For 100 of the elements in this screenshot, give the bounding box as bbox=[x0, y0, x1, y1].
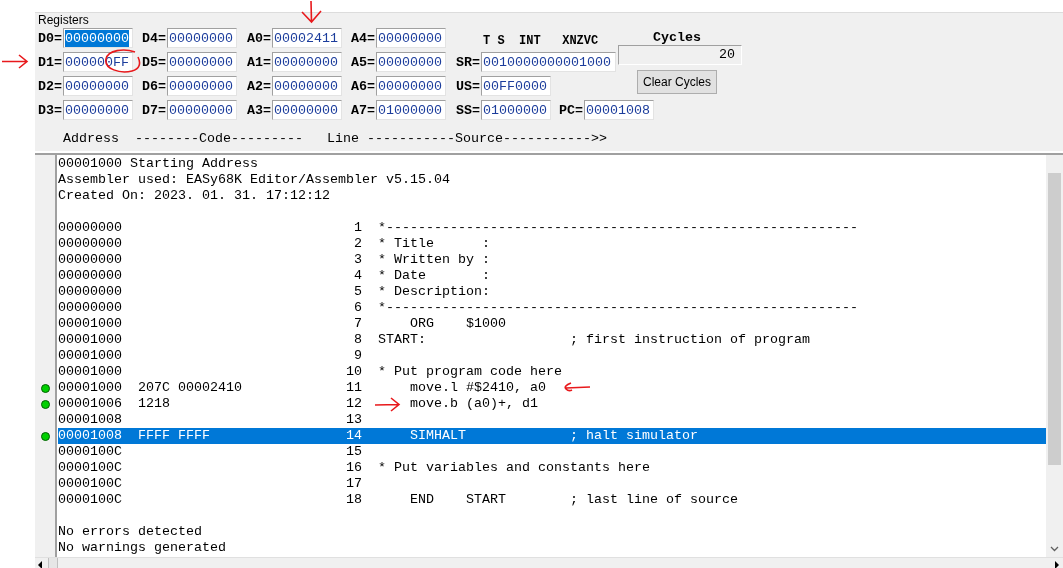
register-field[interactable]: 00000000 bbox=[63, 76, 133, 96]
register-field[interactable]: 00000000 bbox=[167, 76, 237, 96]
listing-row[interactable]: 00000000 4 * Date : bbox=[58, 268, 1046, 284]
register-label: D5= bbox=[142, 54, 167, 70]
listing-row[interactable]: 00001000 7 ORG $1000 bbox=[58, 316, 1046, 332]
line-number: 9 bbox=[354, 348, 362, 364]
register-field[interactable]: 00002411 bbox=[272, 28, 342, 48]
register-field[interactable]: 00000000 bbox=[272, 100, 342, 120]
register-label: A4= bbox=[351, 30, 376, 46]
scrollbar-thumb[interactable] bbox=[1048, 173, 1061, 465]
register-field[interactable]: 00000000 bbox=[167, 52, 237, 72]
listing-row[interactable]: 00000000 1 *----------------------------------------------------------- bbox=[58, 220, 1046, 236]
register-label: D7= bbox=[142, 102, 167, 118]
register-label: US= bbox=[456, 78, 481, 94]
register-field[interactable]: 00000000 bbox=[376, 76, 446, 96]
register-label: D3= bbox=[38, 102, 63, 118]
register-label: D4= bbox=[142, 30, 167, 46]
register-field[interactable]: 00000000 bbox=[167, 100, 237, 120]
column-header: Address --------Code--------- Line -----------Source----------->> bbox=[63, 131, 608, 146]
group-title: Registers bbox=[37, 13, 90, 27]
register-label: SS= bbox=[456, 102, 481, 118]
listing-row[interactable]: 00000000 2 * Title : bbox=[58, 236, 1046, 252]
scroll-down-icon[interactable] bbox=[1050, 546, 1059, 552]
horizontal-scrollbar[interactable] bbox=[35, 557, 1063, 568]
register-field[interactable]: 00000000 bbox=[63, 28, 133, 48]
listing-header-line: 00001000 Starting Address bbox=[58, 156, 258, 172]
listing-row[interactable]: 00001008 13 bbox=[58, 412, 1046, 428]
listing-header-line: Created On: 2023. 01. 31. 17:12:12 bbox=[58, 188, 330, 204]
address-text: 00000000 bbox=[58, 268, 122, 284]
line-number: 14 bbox=[346, 428, 362, 444]
address-text: 00000000 bbox=[58, 252, 122, 268]
register-field[interactable]: 00000000 bbox=[167, 28, 237, 48]
address-text: 00000000 bbox=[58, 220, 122, 236]
line-number: 17 bbox=[346, 476, 362, 492]
machine-code-text: 1218 bbox=[138, 396, 170, 412]
register-field[interactable]: 00000000 bbox=[272, 76, 342, 96]
scrollbar-thumb[interactable] bbox=[48, 558, 58, 568]
address-text: 00001008 bbox=[58, 428, 122, 444]
register-label: D0= bbox=[38, 30, 63, 46]
register-field[interactable]: 0010000000001000 bbox=[481, 52, 616, 72]
source-text: move.b (a0)+, d1 bbox=[410, 396, 538, 412]
source-text: * Written by : bbox=[378, 252, 490, 268]
address-text: 00001008 bbox=[58, 412, 122, 428]
line-number: 13 bbox=[346, 412, 362, 428]
source-text: ORG $1000 bbox=[410, 316, 506, 332]
register-label: A3= bbox=[247, 102, 272, 118]
listing-header-line: Assembler used: EASy68K Editor/Assembler v5.15.04 bbox=[58, 172, 450, 188]
clear-cycles-button[interactable]: Clear Cycles bbox=[637, 70, 717, 94]
register-field[interactable]: 00000000 bbox=[272, 52, 342, 72]
register-field[interactable]: 00000000 bbox=[376, 28, 446, 48]
line-number: 4 bbox=[354, 268, 362, 284]
vertical-scrollbar[interactable] bbox=[1046, 155, 1063, 557]
listing-row[interactable]: 0000100C 16 * Put variables and constants here bbox=[58, 460, 1046, 476]
register-label: D2= bbox=[38, 78, 63, 94]
listing-row[interactable]: 00000000 5 * Description: bbox=[58, 284, 1046, 300]
cycles-field: 20 bbox=[618, 45, 742, 65]
listing-row[interactable]: 00001000 8 START: ; first instruction of program bbox=[58, 332, 1046, 348]
register-label: PC= bbox=[559, 102, 584, 118]
line-number: 2 bbox=[354, 236, 362, 252]
address-text: 00001000 bbox=[58, 364, 122, 380]
address-text: 00001006 bbox=[58, 396, 122, 412]
scroll-right-icon[interactable] bbox=[1054, 561, 1059, 568]
listing-row[interactable]: 00000000 6 *----------------------------------------------------------- bbox=[58, 300, 1046, 316]
line-number: 8 bbox=[354, 332, 362, 348]
listing-row[interactable]: 00001006 1218 12 move.b (a0)+, d1 bbox=[58, 396, 1046, 412]
listing-row[interactable]: 00001000 207C 00002410 11 move.l #$2410, a0 bbox=[58, 380, 1046, 396]
register-field[interactable]: 01000000 bbox=[481, 100, 551, 120]
flags-header: T S INT XNZVC bbox=[483, 34, 599, 48]
register-field[interactable]: 00001008 bbox=[584, 100, 654, 120]
line-number: 5 bbox=[354, 284, 362, 300]
source-text: * Put variables and constants here bbox=[378, 460, 650, 476]
listing-row[interactable]: 0000100C 15 bbox=[58, 444, 1046, 460]
line-number: 18 bbox=[346, 492, 362, 508]
line-number: 7 bbox=[354, 316, 362, 332]
register-field[interactable]: 01000000 bbox=[376, 100, 446, 120]
register-field[interactable]: 00000000 bbox=[376, 52, 446, 72]
source-text: * Put program code here bbox=[378, 364, 562, 380]
listing-row[interactable]: 00001000 9 bbox=[58, 348, 1046, 364]
breakpoint-icon[interactable] bbox=[40, 431, 50, 441]
hand-drawn-arrow bbox=[1, 54, 29, 69]
listing-row[interactable]: 0000100C 17 bbox=[58, 476, 1046, 492]
register-field[interactable]: 00000000 bbox=[63, 100, 133, 120]
address-text: 0000100C bbox=[58, 444, 122, 460]
breakpoint-icon[interactable] bbox=[40, 399, 50, 409]
address-text: 00001000 bbox=[58, 380, 122, 396]
address-text: 00001000 bbox=[58, 316, 122, 332]
breakpoint-icon[interactable] bbox=[40, 383, 50, 393]
address-text: 00000000 bbox=[58, 236, 122, 252]
listing-row[interactable]: 00001000 10 * Put program code here bbox=[58, 364, 1046, 380]
listing-row[interactable]: 00000000 3 * Written by : bbox=[58, 252, 1046, 268]
scroll-left-icon[interactable] bbox=[38, 561, 43, 568]
register-label: A5= bbox=[351, 54, 376, 70]
register-field[interactable]: 00FF0000 bbox=[481, 76, 551, 96]
register-label: D1= bbox=[38, 54, 63, 70]
address-text: 00000000 bbox=[58, 300, 122, 316]
listing-row[interactable]: 00001008 FFFF FFFF 14 SIMHALT ; halt simulator bbox=[58, 428, 1046, 444]
line-number: 15 bbox=[346, 444, 362, 460]
source-text: * Date : bbox=[378, 268, 490, 284]
line-number: 10 bbox=[346, 364, 362, 380]
listing-row[interactable]: 0000100C 18 END START ; last line of source bbox=[58, 492, 1046, 508]
